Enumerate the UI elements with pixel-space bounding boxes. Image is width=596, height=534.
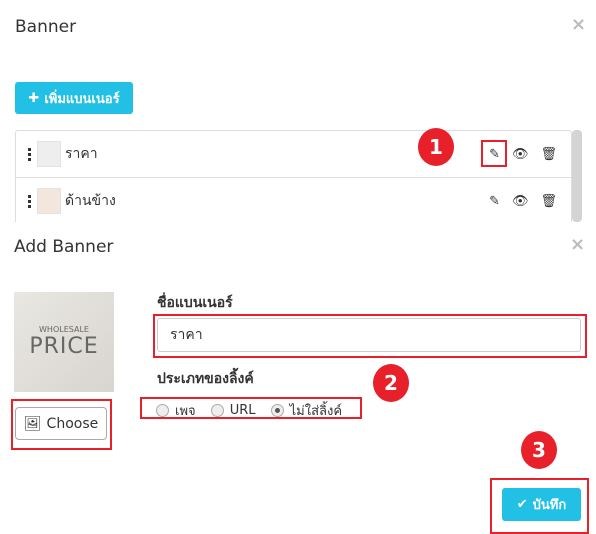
step-badge-3: 3: [521, 431, 557, 469]
link-type-label: ประเภทของลิ้งค์: [157, 371, 254, 387]
banner-name-label: ชื่อแบนเนอร์: [157, 295, 233, 311]
banner-close-button[interactable]: ×: [571, 14, 586, 35]
scrollbar[interactable]: [572, 130, 582, 222]
banner-thumbnail: [37, 188, 61, 214]
add-banner-label: เพิ่มแบนเนอร์: [44, 91, 120, 107]
drag-handle-icon[interactable]: [28, 147, 31, 161]
step-badge-1: 1: [418, 128, 454, 166]
list-item[interactable]: ด้านข้าง ✎ 👁 🗑: [16, 178, 571, 223]
choose-highlight: [11, 399, 112, 450]
plus-icon: ✚: [28, 90, 40, 106]
banner-modal-title: Banner: [15, 17, 77, 37]
name-highlight: [153, 314, 587, 358]
edit-highlight: [481, 140, 507, 167]
save-highlight: [490, 478, 589, 534]
banner-thumbnail: [37, 141, 61, 167]
radio-highlight: [140, 397, 362, 419]
step-badge-2: 2: [373, 364, 409, 402]
edit-icon[interactable]: ✎: [489, 194, 500, 209]
add-close-button[interactable]: ×: [570, 234, 585, 255]
drag-handle-icon[interactable]: [28, 194, 31, 208]
add-banner-button[interactable]: ✚ เพิ่มแบนเนอร์: [15, 82, 133, 114]
add-modal-title: Add Banner: [14, 237, 114, 257]
item-label: ด้านข้าง: [65, 193, 116, 209]
image-text: WHOLESALE: [39, 325, 89, 334]
eye-icon[interactable]: 👁: [512, 147, 529, 162]
trash-icon[interactable]: 🗑: [540, 194, 557, 209]
image-text: PRICE: [29, 334, 99, 359]
banner-preview-image: WHOLESALE PRICE: [14, 292, 114, 392]
trash-icon[interactable]: 🗑: [540, 147, 557, 162]
eye-icon[interactable]: 👁: [512, 194, 529, 209]
item-label: ราคา: [65, 146, 98, 162]
